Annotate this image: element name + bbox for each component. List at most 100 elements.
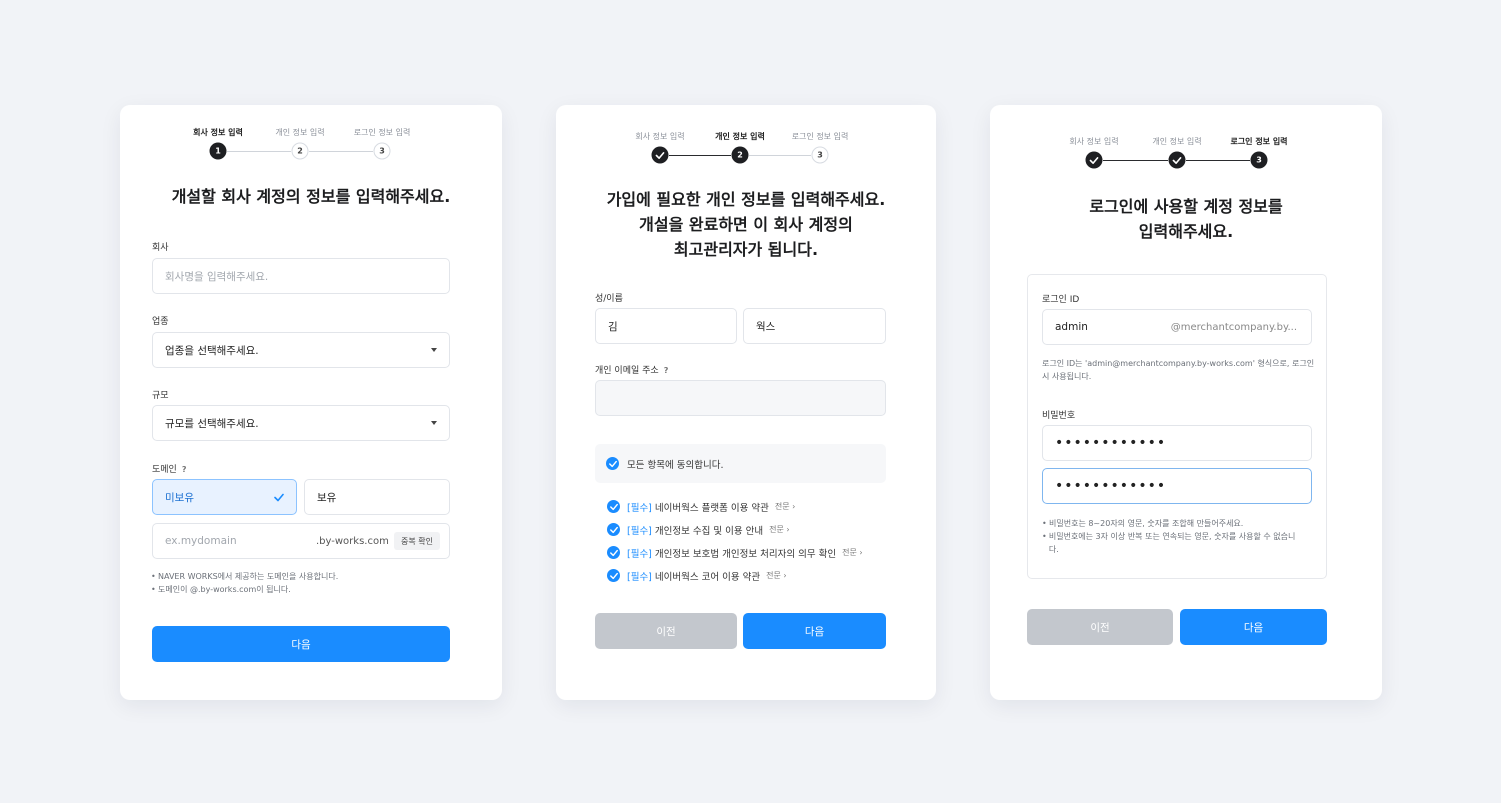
step-indicator-2: 2	[731, 146, 749, 164]
help-icon[interactable]: ?	[664, 366, 669, 375]
next-button[interactable]: 다음	[152, 626, 450, 662]
check-circle-icon[interactable]	[607, 500, 620, 513]
last-name-input[interactable]: 김	[595, 308, 737, 344]
size-select[interactable]: 규모를 선택해주세요.	[152, 405, 450, 441]
view-full-link[interactable]: 전문 ›	[769, 524, 789, 535]
agree-all-label: 모든 항목에 동의합니다.	[627, 460, 724, 471]
domain-option-owned[interactable]: 보유	[304, 479, 450, 515]
step-label-personal: 개인 정보 입력	[1152, 137, 1202, 146]
domain-option-none[interactable]: 미보유	[152, 479, 297, 515]
industry-select-value: 업종을 선택해주세요.	[165, 344, 259, 357]
step-label-personal: 개인 정보 입력	[275, 128, 325, 137]
step-label-company: 회사 정보 입력	[193, 128, 243, 137]
login-id-input[interactable]: admin @merchantcompany.by...	[1042, 309, 1312, 345]
domain-note-item: • NAVER WORKS에서 제공하는 도메인을 사용합니다.	[151, 572, 339, 581]
page-title: 개설할 회사 계정의 정보를 입력해주세요.	[171, 187, 451, 206]
step-indicator-3: 3	[1250, 151, 1268, 169]
company-label: 회사	[152, 243, 169, 253]
step-label-login: 로그인 정보 입력	[1230, 137, 1288, 146]
caret-down-icon	[431, 348, 437, 352]
duplicate-check-button[interactable]: 중복 확인	[394, 532, 440, 550]
page-title: 가입에 필요한 개인 정보를 입력해주세요. 개설을 완료하면 이 회사 계정의…	[556, 187, 936, 262]
login-id-hint: 로그인 ID는 'admin@merchantcompany.by-works.…	[1042, 359, 1315, 381]
name-label: 성/이름	[595, 294, 623, 304]
password-mask: ••••••••••••	[1055, 435, 1167, 451]
term-label: 개인정보 보호법 개인정보 처리자의 의무 확인	[654, 548, 837, 560]
login-id-suffix: @merchantcompany.by...	[1170, 321, 1297, 333]
password-note-item: • 비밀번호에는 3자 이상 반복 또는 연속되는 영문, 숫자를 사용할 수 없…	[1042, 532, 1296, 554]
prev-button[interactable]: 이전	[595, 613, 737, 649]
required-tag: [필수]	[627, 502, 652, 514]
domain-notes: • NAVER WORKS에서 제공하는 도메인을 사용합니다. • 도메인이 @.…	[151, 570, 338, 596]
check-circle-icon[interactable]	[607, 569, 620, 582]
password-confirm-input[interactable]: ••••••••••••	[1042, 468, 1312, 504]
step-connector	[1186, 160, 1250, 161]
email-label-text: 개인 이메일 주소	[595, 366, 659, 376]
domain-label-text: 도메인	[152, 465, 177, 475]
next-button[interactable]: 다음	[1180, 609, 1327, 645]
step-indicator-1-done	[1085, 151, 1103, 169]
page-title-line: 개설을 완료하면 이 회사 계정의	[639, 215, 853, 234]
industry-select[interactable]: 업종을 선택해주세요.	[152, 332, 450, 368]
password-input[interactable]: ••••••••••••	[1042, 425, 1312, 461]
domain-label: 도메인?	[152, 462, 186, 475]
term-item[interactable]: [필수] 개인정보 보호법 개인정보 처리자의 의무 확인 전문 ›	[627, 546, 863, 560]
company-name-input[interactable]: 회사명을 입력해주세요.	[152, 258, 450, 294]
page-title-line: 최고관리자가 됩니다.	[673, 240, 819, 259]
step-connector	[1103, 160, 1168, 161]
term-item[interactable]: [필수] 개인정보 수집 및 이용 안내 전문 ›	[627, 523, 790, 537]
view-full-link[interactable]: 전문 ›	[775, 501, 795, 512]
prev-button[interactable]: 이전	[1027, 609, 1173, 645]
checkmark-icon	[655, 151, 665, 159]
email-input[interactable]	[595, 380, 886, 416]
first-name-input[interactable]: 웍스	[743, 308, 886, 344]
step-indicator-2: 2	[291, 142, 309, 160]
page-title-line: 로그인에 사용할 계정 정보를	[1089, 197, 1283, 216]
password-note-item: • 비밀번호는 8~20자의 영문, 숫자를 조합해 만들어주세요.	[1042, 519, 1244, 528]
step-indicator-3: 3	[811, 146, 829, 164]
check-circle-icon[interactable]	[607, 546, 620, 559]
term-item[interactable]: [필수] 네이버웍스 코어 이용 약관 전문 ›	[627, 569, 787, 583]
check-circle-icon	[606, 457, 619, 470]
step-connector	[227, 151, 291, 152]
login-id-value: admin	[1055, 321, 1088, 333]
term-label: 네이버웍스 코어 이용 약관	[654, 571, 761, 583]
page-title-line: 입력해주세요.	[1138, 222, 1234, 241]
checkmark-icon	[274, 493, 284, 502]
login-form-box: 로그인 ID admin @merchantcompany.by... 로그인 …	[1027, 274, 1327, 579]
company-info-card: 회사 정보 입력 개인 정보 입력 로그인 정보 입력 1 2 3 개설할 회사…	[120, 105, 502, 700]
view-full-link[interactable]: 전문 ›	[766, 570, 786, 581]
caret-down-icon	[431, 421, 437, 425]
step-connector	[669, 155, 731, 156]
step-connector	[749, 155, 811, 156]
domain-option-none-label: 미보유	[165, 491, 194, 504]
step-indicator-2-done	[1168, 151, 1186, 169]
password-confirm-mask: ••••••••••••	[1055, 478, 1167, 494]
term-label: 네이버웍스 플랫폼 이용 약관	[654, 502, 769, 514]
page-title: 로그인에 사용할 계정 정보를 입력해주세요.	[990, 194, 1382, 244]
next-button[interactable]: 다음	[743, 613, 886, 649]
personal-info-card: 회사 정보 입력 개인 정보 입력 로그인 정보 입력 2 3 가입에 필요한 …	[556, 105, 936, 700]
domain-suffix: .by-works.com	[316, 535, 389, 547]
term-item[interactable]: [필수] 네이버웍스 플랫폼 이용 약관 전문 ›	[627, 500, 795, 514]
step-label-company: 회사 정보 입력	[635, 132, 685, 141]
term-label: 개인정보 수집 및 이용 안내	[654, 525, 764, 537]
size-label: 규모	[152, 391, 169, 401]
domain-note-item: • 도메인이 @.by-works.com이 됩니다.	[151, 585, 291, 594]
required-tag: [필수]	[627, 525, 652, 537]
password-label: 비밀번호	[1042, 411, 1076, 421]
step-label-login: 로그인 정보 입력	[791, 132, 849, 141]
step-label-company: 회사 정보 입력	[1069, 137, 1119, 146]
password-notes: • 비밀번호는 8~20자의 영문, 숫자를 조합해 만들어주세요. • 비밀번호에…	[1042, 517, 1300, 556]
step-label-login: 로그인 정보 입력	[353, 128, 411, 137]
checkmark-icon	[1089, 156, 1099, 164]
agree-all-row[interactable]: 모든 항목에 동의합니다.	[595, 444, 886, 483]
step-connector	[309, 151, 373, 152]
help-icon[interactable]: ?	[182, 465, 187, 474]
check-circle-icon[interactable]	[607, 523, 620, 536]
view-full-link[interactable]: 전문 ›	[842, 547, 862, 558]
domain-input[interactable]: ex.mydomain .by-works.com 중복 확인	[152, 523, 450, 559]
step-indicator-1: 1	[209, 142, 227, 160]
checkmark-icon	[1172, 156, 1182, 164]
required-tag: [필수]	[627, 548, 652, 560]
